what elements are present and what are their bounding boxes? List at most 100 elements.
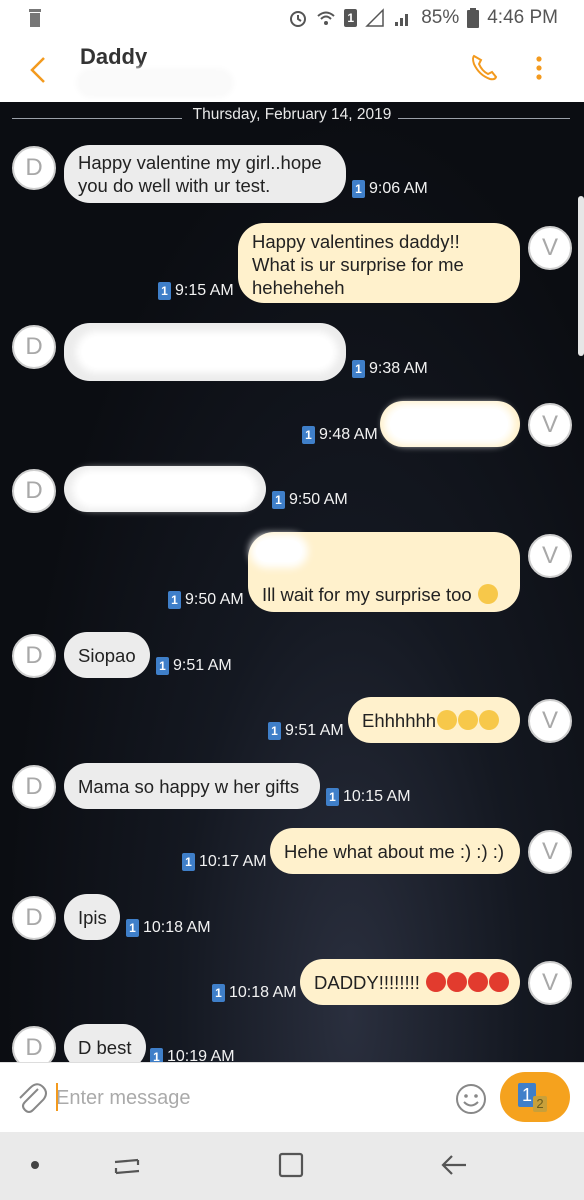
message-time: 9:50 AM (289, 491, 348, 508)
scrollbar[interactable] (578, 196, 584, 356)
kissing-face-icon (477, 584, 498, 604)
contact-avatar[interactable]: D (12, 325, 56, 369)
nav-back-icon[interactable] (438, 1150, 470, 1180)
my-avatar[interactable]: V (528, 961, 572, 1005)
back-icon[interactable] (22, 50, 56, 90)
battery-icon (467, 8, 480, 28)
message-text: DADDY!!!!!!!! (314, 972, 420, 993)
sim-icon: 1 (212, 984, 225, 1002)
downcast-face-icon (437, 710, 458, 730)
more-vert-icon[interactable] (524, 50, 554, 86)
angry-face-icon (489, 972, 510, 992)
contact-name: Daddy (80, 44, 148, 69)
contact-avatar[interactable]: D (12, 146, 56, 190)
signal-icon (395, 14, 409, 26)
redacted-text (78, 475, 252, 503)
contact-avatar[interactable]: D (12, 469, 56, 513)
send-sim-secondary-icon: 2 (533, 1096, 547, 1112)
my-avatar[interactable]: V (528, 226, 572, 270)
emoji-icon[interactable] (454, 1082, 488, 1116)
wifi-icon (317, 11, 335, 25)
message-bubble[interactable] (64, 466, 266, 512)
downcast-face-icon (479, 710, 500, 730)
sim-icon: 1 (352, 180, 365, 198)
sim-icon: 1 (156, 657, 169, 675)
message-text: Siopao (78, 645, 136, 666)
sim-icon: 1 (158, 282, 171, 300)
sim-icon: 1 (182, 853, 195, 871)
message-bubble[interactable]: Happy valentine my girl..hope you do wel… (64, 145, 346, 203)
message-time: 9:06 AM (369, 180, 428, 197)
angry-face-icon (468, 972, 489, 992)
message-time: 9:51 AM (173, 657, 232, 674)
message-bubble[interactable]: Mama so happy w her gifts (64, 763, 320, 809)
message-time: 10:18 AM (143, 919, 211, 936)
conversation-header: Daddy (0, 36, 584, 102)
message-text: Ipis (78, 907, 107, 928)
my-avatar[interactable]: V (528, 534, 572, 578)
angry-face-icon (426, 972, 447, 992)
message-text: Mama so happy w her gifts (78, 776, 300, 797)
clock: 4:46 PM (487, 7, 558, 28)
sim-icon: 1 (150, 1048, 163, 1062)
contact-number-redacted (80, 72, 230, 94)
nav-dot-icon[interactable] (30, 1160, 40, 1170)
message-time: 9:38 AM (369, 360, 428, 377)
my-avatar[interactable]: V (528, 830, 572, 874)
redacted-text (256, 540, 302, 562)
signal-icon (365, 8, 384, 27)
sim-icon: 1 (168, 591, 181, 609)
angry-face-icon (447, 972, 468, 992)
message-meta: 1 9:15 AM (158, 282, 234, 300)
nav-recents-icon[interactable] (112, 1152, 142, 1180)
message-text: Happy valentines daddy!! What is ur surp… (252, 231, 464, 298)
paperclip-icon[interactable] (14, 1079, 48, 1117)
message-list[interactable]: Thursday, February 14, 2019 D Happy vale… (0, 102, 584, 1062)
message-bubble[interactable]: Ipis (64, 894, 120, 940)
message-text: Ill wait for my surprise too (262, 584, 472, 605)
text-cursor (56, 1083, 58, 1111)
message-text-row: Ill wait for my surprise too (262, 583, 498, 606)
my-avatar[interactable]: V (528, 699, 572, 743)
contact-avatar[interactable]: D (12, 634, 56, 678)
message-input[interactable] (56, 1081, 436, 1115)
contact-avatar[interactable]: D (12, 765, 56, 809)
message-text: D best (78, 1037, 132, 1058)
sim-icon: 1 (302, 426, 315, 444)
message-composer: 1 2 (0, 1062, 584, 1132)
message-time: 9:48 AM (319, 426, 378, 443)
message-bubble[interactable]: Siopao (64, 632, 150, 678)
message-bubble[interactable]: D best (64, 1024, 146, 1062)
message-meta: 1 10:18 AM (126, 919, 211, 937)
message-time: 9:50 AM (185, 591, 244, 608)
message-meta: 1 9:06 AM (352, 180, 428, 198)
sim-icon: 1 (126, 919, 139, 937)
message-meta: 1 9:48 AM (302, 426, 378, 444)
message-meta: 1 9:50 AM (272, 491, 348, 509)
message-text: Hehe what about me :) :) :) (284, 841, 505, 862)
message-bubble[interactable]: Ill wait for my surprise too (248, 532, 520, 612)
message-bubble[interactable]: Ehhhhhh (348, 697, 520, 743)
my-avatar[interactable]: V (528, 403, 572, 447)
nav-home-icon[interactable] (276, 1150, 306, 1180)
phone-icon[interactable] (466, 50, 502, 86)
message-time: 9:15 AM (175, 282, 234, 299)
contact-avatar[interactable]: D (12, 1026, 56, 1062)
message-meta: 1 10:18 AM (212, 984, 297, 1002)
status-bar: 1 85% 4:46 PM (0, 0, 584, 36)
message-bubble[interactable]: Hehe what about me :) :) :) (270, 828, 520, 874)
message-bubble[interactable] (380, 401, 520, 447)
message-bubble[interactable]: DADDY!!!!!!!! (300, 959, 520, 1005)
message-meta: 1 9:51 AM (156, 657, 232, 675)
message-bubble[interactable]: Happy valentines daddy!! What is ur surp… (238, 223, 520, 303)
message-meta: 1 9:51 AM (268, 722, 344, 740)
redacted-text (390, 409, 508, 439)
send-button[interactable]: 1 2 (500, 1072, 570, 1122)
system-navigation-bar (0, 1132, 584, 1200)
message-time: 10:17 AM (199, 853, 267, 870)
contact-avatar[interactable]: D (12, 896, 56, 940)
battery-percent: 85% (421, 7, 460, 28)
sim-icon: 1 (344, 9, 358, 27)
message-bubble[interactable] (64, 323, 346, 381)
message-meta: 1 10:17 AM (182, 853, 267, 871)
